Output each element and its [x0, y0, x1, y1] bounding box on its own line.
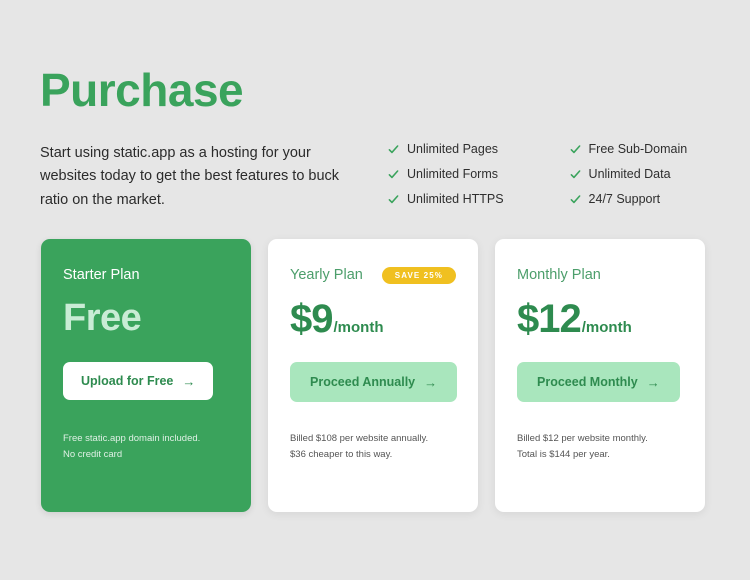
feature-label: Unlimited Pages [407, 142, 499, 156]
save-badge: SAVE 25% [381, 266, 456, 284]
plan-price: Free [63, 297, 142, 339]
footnote-line: Billed $108 per website annually. [290, 433, 429, 444]
plan-name: Yearly Plan [290, 266, 363, 283]
feature-item: Unlimited Pages [388, 142, 504, 157]
check-icon [570, 194, 581, 205]
plan-card-starter[interactable]: Starter Plan Free Upload for Free → Free… [41, 239, 251, 512]
price-period: /month [581, 319, 632, 336]
feature-column-left: Unlimited Pages Unlimited Forms Unlimite… [388, 142, 504, 207]
plan-header: Starter Plan [63, 265, 229, 285]
cta-label: Upload for Free [81, 374, 174, 388]
arrow-right-icon: → [424, 374, 438, 390]
feature-label: Unlimited Forms [407, 167, 498, 181]
pricing-page: Purchase Start using static.app as a hos… [0, 0, 750, 580]
plan-header: Yearly Plan SAVE 25% [290, 265, 456, 285]
footnote-line: Total is $144 per year. [517, 448, 610, 460]
feature-label: Unlimited Data [588, 167, 671, 181]
plan-name: Monthly Plan [517, 266, 601, 283]
pricing-cards: Starter Plan Free Upload for Free → Free… [41, 239, 705, 512]
arrow-right-icon: → [646, 374, 660, 390]
check-icon [388, 194, 399, 205]
feature-list: Unlimited Pages Unlimited Forms Unlimite… [388, 142, 687, 207]
price-period: /month [333, 319, 384, 336]
plan-footnote: Free static.app domain included. No cred… [63, 431, 200, 462]
plan-card-yearly[interactable]: Yearly Plan SAVE 25% $9 /month Proceed A… [268, 239, 478, 512]
feature-item: Unlimited Data [570, 167, 688, 182]
proceed-monthly-button[interactable]: Proceed Monthly → [517, 362, 680, 402]
feature-item: Unlimited HTTPS [388, 192, 504, 207]
footnote-line: Free static.app domain included. [63, 433, 201, 444]
proceed-annually-button[interactable]: Proceed Annually → [290, 362, 458, 402]
page-title: Purchase [40, 64, 244, 116]
feature-label: Unlimited HTTPS [407, 192, 504, 206]
feature-column-right: Free Sub-Domain Unlimited Data 24/7 Supp… [570, 142, 688, 207]
arrow-right-icon: → [182, 373, 196, 389]
upload-for-free-button[interactable]: Upload for Free → [63, 362, 214, 400]
plan-price: $9 /month [290, 299, 384, 339]
feature-item: 24/7 Support [570, 192, 688, 207]
feature-item: Free Sub-Domain [570, 142, 688, 157]
plan-price: $12 /month [517, 299, 632, 339]
check-icon [570, 169, 581, 180]
check-icon [570, 144, 581, 155]
feature-label: Free Sub-Domain [588, 142, 688, 156]
feature-label: 24/7 Support [588, 192, 661, 206]
check-icon [388, 169, 399, 180]
footnote-line: No credit card [63, 448, 123, 460]
footnote-line: $36 cheaper to this way. [290, 448, 393, 460]
intro-paragraph: Start using static.app as a hosting for … [40, 145, 340, 208]
footnote-line: Billed $12 per website monthly. [517, 433, 648, 444]
feature-item: Unlimited Forms [388, 167, 504, 182]
price-amount: $12 [517, 297, 582, 341]
plan-header: Monthly Plan [517, 265, 683, 285]
price-amount: $9 [290, 297, 333, 341]
plan-name: Starter Plan [63, 266, 140, 283]
cta-label: Proceed Monthly [537, 375, 638, 389]
plan-footnote: Billed $108 per website annually. $36 ch… [290, 431, 428, 462]
check-icon [388, 144, 399, 155]
plan-card-monthly[interactable]: Monthly Plan $12 /month Proceed Monthly … [495, 239, 705, 512]
cta-label: Proceed Annually [310, 375, 416, 389]
plan-footnote: Billed $12 per website monthly. Total is… [517, 431, 648, 462]
